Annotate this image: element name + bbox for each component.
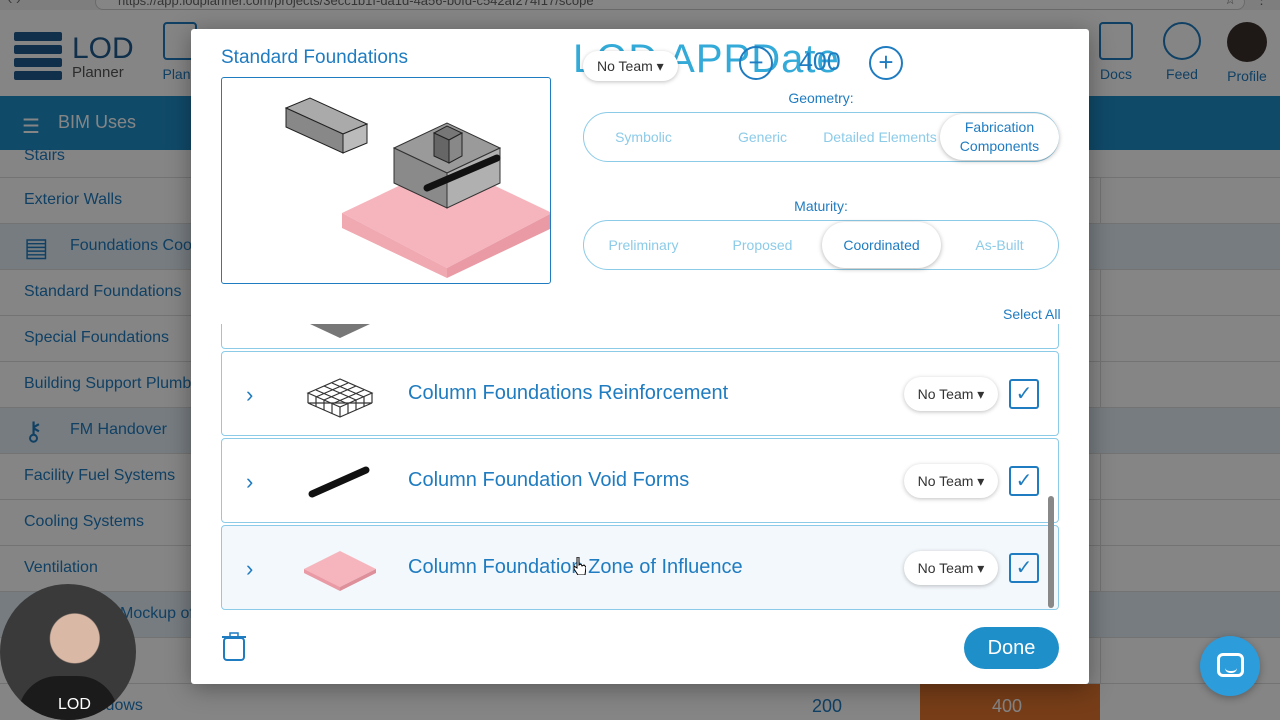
model-preview (221, 77, 551, 284)
maturity-label: Maturity: (794, 198, 848, 214)
geometry-option-detailed-elements[interactable]: Detailed Elements (822, 113, 938, 161)
webcam-overlay: LOD (0, 584, 136, 720)
list-item (221, 324, 1059, 349)
component-name: Column Foundations Reinforcement (408, 382, 729, 404)
chat-launcher-button[interactable] (1200, 636, 1260, 696)
chevron-right-icon[interactable]: › (246, 469, 253, 495)
list-scrollbar[interactable] (1048, 496, 1054, 608)
rebar-cage-thumbnail (306, 378, 374, 418)
geometry-option-symbolic[interactable]: Symbolic (584, 113, 703, 161)
done-button[interactable]: Done (964, 627, 1059, 669)
team-dropdown-top[interactable]: No Team ▾ (583, 51, 678, 81)
trash-icon[interactable] (221, 631, 247, 661)
modal-title: Standard Foundations (221, 47, 408, 68)
list-item[interactable]: › Column Foundations Reinforcement No Te… (221, 351, 1059, 436)
include-checkbox[interactable]: ✓ (1009, 466, 1039, 496)
chevron-right-icon[interactable]: › (246, 382, 253, 408)
component-name: Column Foundation Void Forms (408, 469, 690, 491)
component-list[interactable]: › Column Foundations Reinforcement No Te… (221, 324, 1059, 610)
list-item[interactable]: › Column Foundation Zone of Influence No… (221, 525, 1059, 610)
team-dropdown-label: No Team (597, 58, 653, 74)
geometry-label: Geometry: (788, 90, 854, 106)
zone-pyramid-thumbnail (304, 551, 376, 591)
geometry-option-generic[interactable]: Generic (703, 113, 822, 161)
team-dropdown-label: No Team (917, 560, 974, 576)
team-dropdown-label: No Team (917, 386, 974, 402)
foundation-3d-model (284, 97, 550, 278)
maturity-option-as-built[interactable]: As-Built (940, 221, 1059, 269)
minus-icon[interactable]: − (739, 46, 773, 80)
plus-icon[interactable]: + (869, 46, 903, 80)
lod-modal: Standard Foundations LOD APPDate − 400 +… (191, 29, 1089, 684)
component-thumbnail (310, 324, 370, 338)
void-tube-thumbnail (308, 466, 370, 498)
team-dropdown[interactable]: No Team ▾ (904, 551, 998, 585)
chat-icon (1217, 653, 1244, 677)
geometry-selector: Symbolic Generic Detailed Elements Fabri… (583, 112, 1059, 162)
lod-value: 400 (799, 48, 841, 76)
maturity-selector: Preliminary Proposed Coordinated As-Buil… (583, 220, 1059, 270)
include-checkbox[interactable]: ✓ (1009, 553, 1039, 583)
shirt-logo-text: LOD (58, 696, 91, 713)
maturity-option-preliminary[interactable]: Preliminary (584, 221, 703, 269)
geometry-option-fabrication-components[interactable]: Fabrication Components (940, 114, 1059, 160)
include-checkbox[interactable]: ✓ (1009, 379, 1039, 409)
maturity-option-proposed[interactable]: Proposed (703, 221, 822, 269)
select-all-link[interactable]: Select All (1003, 306, 1061, 322)
mouse-cursor-icon (574, 557, 586, 575)
team-dropdown[interactable]: No Team ▾ (904, 377, 998, 411)
maturity-option-coordinated[interactable]: Coordinated (822, 222, 941, 268)
team-dropdown-label: No Team (917, 473, 974, 489)
team-dropdown[interactable]: No Team ▾ (904, 464, 998, 498)
presenter-shirt: LOD (18, 676, 118, 720)
chevron-right-icon[interactable]: › (246, 556, 253, 582)
list-item[interactable]: › Column Foundation Void Forms No Team ▾… (221, 438, 1059, 523)
